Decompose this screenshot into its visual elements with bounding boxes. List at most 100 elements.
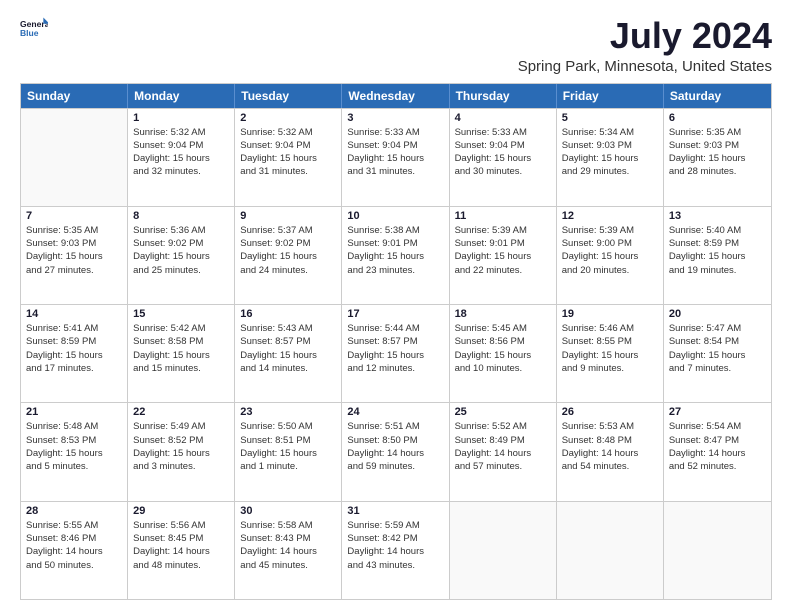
cell-line: Sunrise: 5:50 AM [240, 420, 336, 433]
subtitle: Spring Park, Minnesota, United States [518, 58, 772, 75]
cell-line: Daylight: 14 hours [26, 545, 122, 558]
header-friday: Friday [557, 84, 664, 108]
cal-cell: 14Sunrise: 5:41 AMSunset: 8:59 PMDayligh… [21, 305, 128, 402]
header-thursday: Thursday [450, 84, 557, 108]
cell-line: Sunset: 8:59 PM [26, 335, 122, 348]
cal-cell: 28Sunrise: 5:55 AMSunset: 8:46 PMDayligh… [21, 502, 128, 599]
cal-cell: 24Sunrise: 5:51 AMSunset: 8:50 PMDayligh… [342, 403, 449, 500]
day-number: 1 [133, 112, 229, 124]
cell-line: Sunset: 8:55 PM [562, 335, 658, 348]
cal-cell: 17Sunrise: 5:44 AMSunset: 8:57 PMDayligh… [342, 305, 449, 402]
cal-cell: 30Sunrise: 5:58 AMSunset: 8:43 PMDayligh… [235, 502, 342, 599]
day-number: 9 [240, 210, 336, 222]
cell-line: Sunrise: 5:38 AM [347, 224, 443, 237]
day-number: 5 [562, 112, 658, 124]
cal-cell: 7Sunrise: 5:35 AMSunset: 9:03 PMDaylight… [21, 207, 128, 304]
cell-line: Sunrise: 5:52 AM [455, 420, 551, 433]
cell-line: and 25 minutes. [133, 264, 229, 277]
cell-line: and 57 minutes. [455, 460, 551, 473]
cell-line: Sunrise: 5:35 AM [26, 224, 122, 237]
cell-line: Sunset: 9:02 PM [133, 237, 229, 250]
cell-line: Daylight: 14 hours [133, 545, 229, 558]
cell-line: Daylight: 15 hours [240, 152, 336, 165]
cell-line: and 50 minutes. [26, 559, 122, 572]
day-number: 24 [347, 406, 443, 418]
day-number: 10 [347, 210, 443, 222]
cell-line: Sunrise: 5:36 AM [133, 224, 229, 237]
cell-line: Sunset: 8:47 PM [669, 434, 766, 447]
cell-line: Sunrise: 5:44 AM [347, 322, 443, 335]
day-number: 31 [347, 505, 443, 517]
cal-cell: 20Sunrise: 5:47 AMSunset: 8:54 PMDayligh… [664, 305, 771, 402]
cell-line: and 54 minutes. [562, 460, 658, 473]
cell-line: and 15 minutes. [133, 362, 229, 375]
day-number: 28 [26, 505, 122, 517]
cell-line: and 31 minutes. [240, 165, 336, 178]
day-number: 22 [133, 406, 229, 418]
cell-line: and 52 minutes. [669, 460, 766, 473]
cell-line: Daylight: 15 hours [240, 250, 336, 263]
cell-line: and 1 minute. [240, 460, 336, 473]
cal-cell: 1Sunrise: 5:32 AMSunset: 9:04 PMDaylight… [128, 109, 235, 206]
day-number: 18 [455, 308, 551, 320]
cell-line: Sunrise: 5:39 AM [455, 224, 551, 237]
svg-text:Blue: Blue [20, 28, 39, 38]
cell-line: Sunrise: 5:45 AM [455, 322, 551, 335]
day-number: 15 [133, 308, 229, 320]
cell-line: Sunrise: 5:33 AM [347, 126, 443, 139]
cal-cell: 10Sunrise: 5:38 AMSunset: 9:01 PMDayligh… [342, 207, 449, 304]
cell-line: Sunset: 8:58 PM [133, 335, 229, 348]
cell-line: Sunset: 9:00 PM [562, 237, 658, 250]
header-wednesday: Wednesday [342, 84, 449, 108]
cell-line: Daylight: 15 hours [455, 250, 551, 263]
cell-line: Sunrise: 5:37 AM [240, 224, 336, 237]
cell-line: and 43 minutes. [347, 559, 443, 572]
cell-line: and 30 minutes. [455, 165, 551, 178]
cell-line: Sunset: 8:56 PM [455, 335, 551, 348]
day-number: 16 [240, 308, 336, 320]
day-number: 27 [669, 406, 766, 418]
cell-line: Sunrise: 5:35 AM [669, 126, 766, 139]
cell-line: Sunrise: 5:55 AM [26, 519, 122, 532]
cal-cell: 12Sunrise: 5:39 AMSunset: 9:00 PMDayligh… [557, 207, 664, 304]
day-number: 7 [26, 210, 122, 222]
cell-line: Sunset: 8:53 PM [26, 434, 122, 447]
day-number: 26 [562, 406, 658, 418]
cal-cell: 16Sunrise: 5:43 AMSunset: 8:57 PMDayligh… [235, 305, 342, 402]
cell-line: and 27 minutes. [26, 264, 122, 277]
cell-line: Sunset: 9:04 PM [133, 139, 229, 152]
cell-line: Daylight: 15 hours [133, 349, 229, 362]
day-number: 4 [455, 112, 551, 124]
cell-line: Daylight: 15 hours [562, 250, 658, 263]
day-number: 3 [347, 112, 443, 124]
cell-line: Sunset: 8:57 PM [240, 335, 336, 348]
cell-line: and 3 minutes. [133, 460, 229, 473]
main-title: July 2024 [518, 16, 772, 56]
header: General Blue General Blue July 2024 Spri… [20, 16, 772, 75]
cell-line: Daylight: 15 hours [133, 447, 229, 460]
day-number: 6 [669, 112, 766, 124]
cell-line: Daylight: 15 hours [133, 250, 229, 263]
cal-cell: 31Sunrise: 5:59 AMSunset: 8:42 PMDayligh… [342, 502, 449, 599]
cal-cell: 29Sunrise: 5:56 AMSunset: 8:45 PMDayligh… [128, 502, 235, 599]
cal-cell [664, 502, 771, 599]
cal-cell: 8Sunrise: 5:36 AMSunset: 9:02 PMDaylight… [128, 207, 235, 304]
cal-cell: 5Sunrise: 5:34 AMSunset: 9:03 PMDaylight… [557, 109, 664, 206]
cell-line: and 45 minutes. [240, 559, 336, 572]
header-sunday: Sunday [21, 84, 128, 108]
cal-cell: 19Sunrise: 5:46 AMSunset: 8:55 PMDayligh… [557, 305, 664, 402]
cal-cell: 3Sunrise: 5:33 AMSunset: 9:04 PMDaylight… [342, 109, 449, 206]
cell-line: Sunset: 9:04 PM [455, 139, 551, 152]
cal-cell: 18Sunrise: 5:45 AMSunset: 8:56 PMDayligh… [450, 305, 557, 402]
cell-line: and 17 minutes. [26, 362, 122, 375]
cell-line: Daylight: 15 hours [240, 447, 336, 460]
header-saturday: Saturday [664, 84, 771, 108]
title-section: July 2024 Spring Park, Minnesota, United… [518, 16, 772, 75]
cell-line: and 59 minutes. [347, 460, 443, 473]
cell-line: Daylight: 15 hours [133, 152, 229, 165]
cell-line: Sunrise: 5:48 AM [26, 420, 122, 433]
cal-cell: 15Sunrise: 5:42 AMSunset: 8:58 PMDayligh… [128, 305, 235, 402]
cell-line: Sunset: 9:02 PM [240, 237, 336, 250]
cal-cell: 9 Sunrise: 5:37 AMSunset: 9:02 PMDaylight… [235, 207, 342, 304]
cell-line: Sunset: 9:03 PM [669, 139, 766, 152]
